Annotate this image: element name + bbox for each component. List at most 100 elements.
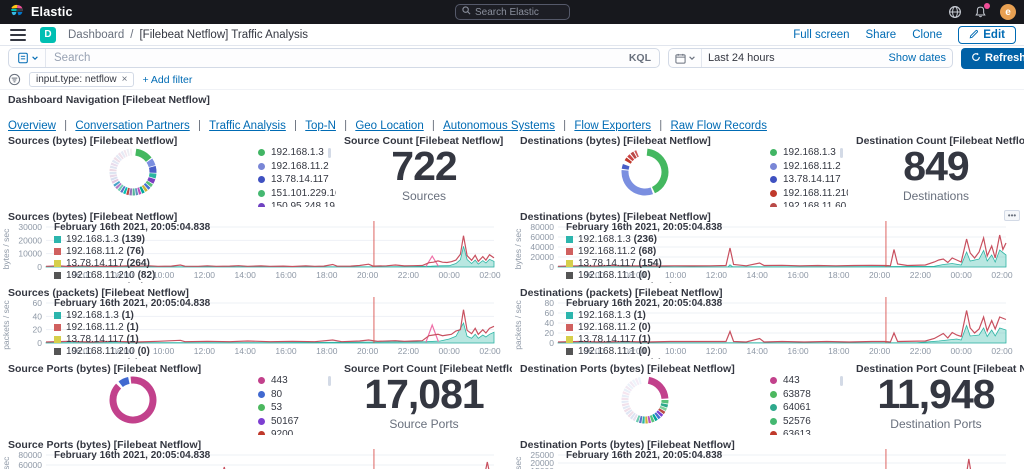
panel-sources-bytes-pie: Sources (bytes) [Filebeat Netflow] 192.1… [0, 131, 336, 207]
user-avatar[interactable]: e [1000, 4, 1016, 20]
legend-item[interactable]: 192.168.11.2 [258, 160, 336, 174]
elastic-logo-icon [10, 3, 24, 22]
svg-text:22:00: 22:00 [398, 346, 420, 356]
help-globe-icon[interactable] [948, 5, 962, 19]
legend-item[interactable]: 192.168.1.3 [770, 146, 848, 160]
dashboard-app-badge[interactable]: D [40, 26, 56, 43]
dashboard-nav-link[interactable]: Geo Location [355, 120, 423, 131]
global-search-input[interactable]: Search Elastic [455, 4, 570, 20]
legend-dot-icon [770, 417, 777, 425]
dashboard-nav-link[interactable]: Top-N [305, 120, 336, 131]
legend-scrollbar[interactable] [840, 376, 843, 386]
nav-separator: | [340, 120, 351, 131]
legend-scrollbar[interactable] [328, 376, 331, 386]
calendar-button[interactable] [675, 49, 702, 67]
legend-dot-icon [770, 162, 777, 170]
svg-text:14:00: 14:00 [235, 270, 257, 280]
menu-hamburger-icon[interactable] [10, 28, 26, 41]
destination-ports-timeseries-chart[interactable]: 0500010000150002000025000bytes / sec06:0… [512, 447, 1024, 469]
destinations-packets-timeseries-chart[interactable]: 0 20 40 60 80 packets / sec 06:00 08:00 10:00 12:… [512, 295, 1024, 359]
destinations-bytes-timeseries-chart[interactable]: 0 20000 40000 60000 80000 bytes / sec 06:00 08:… [512, 219, 1024, 283]
panel-source-count: Source Count [Filebeat Netflow] 722 Sour… [336, 131, 512, 207]
legend-item[interactable]: 443 [258, 374, 299, 388]
sources-bytes-donut-chart[interactable] [107, 146, 159, 198]
filter-icon[interactable] [8, 73, 21, 86]
legend-item[interactable]: 13.78.14.117 [770, 173, 848, 187]
legend-item[interactable]: 9200 [258, 428, 299, 435]
notifications-bell-icon[interactable] [974, 3, 990, 19]
svg-text:18:00: 18:00 [316, 346, 338, 356]
filter-pill-input-type-netflow[interactable]: input.type: netflow × [29, 72, 135, 87]
legend-label: 192.168.1.3 [783, 147, 836, 159]
kql-language-button[interactable]: KQL [629, 52, 651, 64]
legend-label: 53 [271, 402, 283, 414]
svg-text:08:00: 08:00 [112, 270, 134, 280]
saved-query-menu-button[interactable] [17, 49, 46, 67]
legend-item[interactable]: 192.168.11.2 [770, 160, 848, 174]
legend-dot-icon [258, 404, 265, 412]
full-screen-button[interactable]: Full screen [793, 29, 849, 41]
legend-item[interactable]: 50167 [258, 415, 299, 429]
source-port-count-label: Source Ports [389, 417, 459, 432]
remove-filter-icon[interactable]: × [122, 74, 128, 85]
legend-item[interactable]: 63613 [770, 428, 811, 435]
legend-item[interactable]: 52576 [770, 415, 811, 429]
legend-item[interactable]: 192.168.11.210 [770, 187, 848, 201]
legend-item[interactable]: 64061 [770, 401, 811, 415]
svg-text:16:00: 16:00 [787, 270, 809, 280]
legend-item[interactable]: 63878 [770, 388, 811, 402]
legend-label: 192.168.1.3 [271, 147, 324, 159]
nav-separator: | [559, 120, 570, 131]
legend-scrollbar[interactable] [328, 148, 331, 158]
date-picker[interactable]: Last 24 hours Show dates [668, 48, 953, 68]
brand[interactable]: Elastic [0, 3, 73, 22]
svg-text:10000: 10000 [18, 249, 42, 259]
legend-scrollbar[interactable] [840, 148, 843, 158]
sources-bytes-timeseries-chart[interactable]: 0 10000 20000 30000 bytes / sec 06:00 08:00 10:… [0, 219, 512, 283]
svg-text:60000: 60000 [530, 232, 554, 242]
kql-search-input[interactable]: Search KQL [8, 48, 660, 68]
legend-dot-icon [770, 390, 777, 398]
nav-separator: | [194, 120, 205, 131]
source-count-value: 722 [391, 143, 457, 189]
legend-item[interactable]: 151.101.229.16 [258, 187, 336, 201]
share-button[interactable]: Share [866, 29, 897, 41]
breadcrumb-section[interactable]: Dashboard [68, 29, 124, 41]
legend-item[interactable]: 192.168.1.3 [258, 146, 336, 160]
legend-item[interactable]: 13.78.14.117 [258, 173, 336, 187]
edit-button[interactable]: Edit [958, 26, 1016, 44]
dashboard-nav-link[interactable]: Conversation Partners [75, 120, 189, 131]
svg-text:02:00: 02:00 [991, 270, 1013, 280]
add-filter-button[interactable]: + Add filter [142, 74, 192, 86]
dashboard-nav-link[interactable]: Overview [8, 120, 56, 131]
svg-text:10:00: 10:00 [153, 270, 175, 280]
destinations-bytes-donut-chart[interactable] [619, 146, 671, 198]
legend-item[interactable]: 53 [258, 401, 299, 415]
svg-text:12:00: 12:00 [706, 346, 728, 356]
destination-ports-donut-chart[interactable] [619, 374, 671, 426]
legend-dot-icon [770, 404, 777, 412]
legend-item[interactable]: 80 [258, 388, 299, 402]
clone-button[interactable]: Clone [912, 29, 942, 41]
show-dates-button[interactable]: Show dates [889, 52, 946, 64]
svg-text:06:00: 06:00 [583, 346, 605, 356]
time-range-value[interactable]: Last 24 hours [708, 52, 883, 64]
source-ports-timeseries-chart[interactable]: 020000400006000080000bytes / sec06:0008:… [0, 447, 512, 469]
panel-options-icon[interactable]: ••• [1004, 210, 1020, 221]
legend-item[interactable]: 192.168.11.60 [770, 200, 848, 207]
dashboard-nav-link[interactable]: Autonomous Systems [443, 120, 555, 131]
legend-label: 52576 [783, 415, 811, 427]
refresh-button[interactable]: Refresh [961, 47, 1024, 69]
legend-item[interactable]: 150.95.248.19 [258, 200, 336, 207]
dashboard-nav-links: Overview | Conversation Partners | Traff… [0, 106, 1024, 131]
sources-packets-timeseries-chart[interactable]: 0 20 40 60 packets / sec 06:00 08:00 10:00 12:00… [0, 295, 512, 359]
source-ports-donut-chart[interactable] [107, 374, 159, 426]
dashboard-nav-link[interactable]: Traffic Analysis [209, 120, 286, 131]
dashboard-nav-link[interactable]: Flow Exporters [574, 120, 651, 131]
panel-sources-packets-timeseries: Sources (packets) [Filebeat Netflow] 0 20… [0, 283, 512, 359]
legend-label: 443 [271, 375, 288, 387]
dashboard-nav-link[interactable]: Raw Flow Records [670, 120, 767, 131]
svg-text:20000: 20000 [530, 252, 554, 262]
chevron-down-icon [32, 56, 38, 60]
legend-item[interactable]: 443 [770, 374, 811, 388]
